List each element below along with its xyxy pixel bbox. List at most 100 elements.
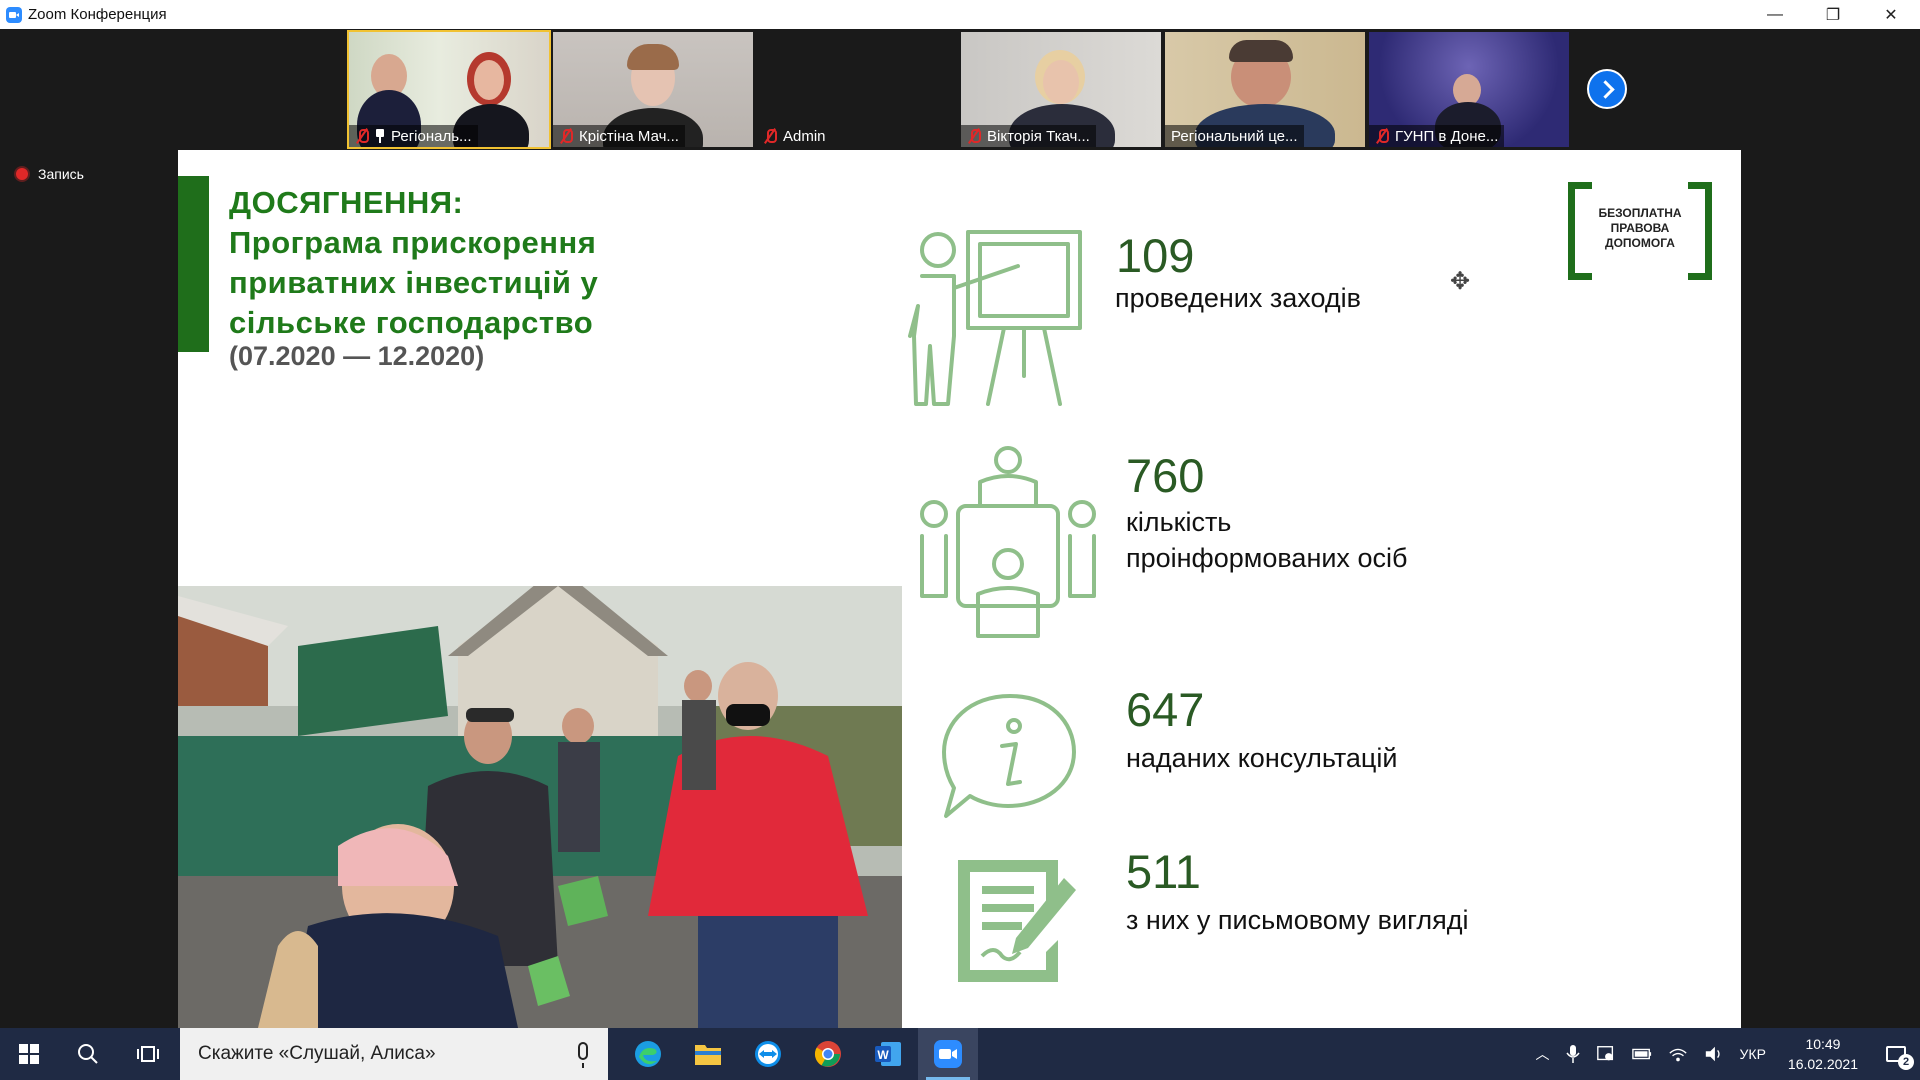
svg-text:W: W	[877, 1048, 889, 1062]
search-button[interactable]	[58, 1028, 118, 1080]
battery-icon[interactable]	[1624, 1043, 1660, 1065]
slide-photo	[178, 586, 902, 1028]
file-explorer-app[interactable]	[678, 1028, 738, 1080]
participant-face	[1043, 60, 1079, 104]
tray-microphone-icon[interactable]	[1558, 1043, 1588, 1065]
restore-icon: ❐	[1825, 6, 1841, 24]
stat-label: кількість проінформованих осіб	[1126, 504, 1407, 576]
participant-label: Регіональний це...	[1165, 125, 1304, 147]
stat-label-line: проінформованих осіб	[1126, 543, 1408, 573]
mic-muted-icon	[355, 128, 369, 144]
move-cursor-icon: ✥	[1450, 268, 1471, 295]
stat-number: 760	[1126, 449, 1205, 502]
wifi-icon[interactable]	[1660, 1043, 1696, 1065]
participant-video[interactable]: Регіональ...	[347, 30, 551, 149]
zoom-app-icon	[6, 6, 22, 23]
word-icon: W	[875, 1042, 901, 1066]
logo-text-line: ПРАВОВА	[1610, 221, 1670, 235]
slide-accent-bar	[178, 176, 209, 352]
slide-title-line: Програма прискорення	[229, 225, 597, 260]
participant-video[interactable]: ГУНП в Доне...	[1369, 32, 1569, 147]
stat-label-line: наданих консультацій	[1126, 743, 1398, 773]
participant-name: Admin	[783, 127, 826, 145]
notification-count: 2	[1898, 1054, 1914, 1070]
window-titlebar: Zoom Конференция — ❐ ✕	[0, 0, 1920, 29]
restore-button[interactable]: ❐	[1804, 0, 1862, 29]
close-icon: ✕	[1884, 6, 1898, 24]
chrome-app[interactable]	[798, 1028, 858, 1080]
recording-label: Запись	[38, 166, 84, 182]
mic-muted-icon	[1375, 128, 1389, 144]
mic-muted-icon	[763, 128, 777, 144]
chrome-icon	[814, 1041, 841, 1067]
language-indicator[interactable]: УКР	[1732, 1046, 1774, 1062]
participant-hair	[627, 44, 679, 70]
participant-label: Admin	[757, 125, 832, 147]
clock-date: 16.02.2021	[1787, 1056, 1858, 1072]
windows-taskbar: Скажите «Слушай, Алиса» W ︿ УКР 10:49 16…	[0, 1028, 1920, 1080]
shared-slide: ДОСЯГНЕННЯ: Програма прискорення приватн…	[178, 150, 1741, 1028]
minimize-icon: —	[1767, 5, 1783, 23]
zoom-icon	[934, 1040, 962, 1068]
teamviewer-icon	[755, 1041, 781, 1067]
participant-video[interactable]: Admin	[757, 32, 957, 147]
participant-label: Вікторія Ткач...	[961, 125, 1096, 147]
teamviewer-app[interactable]	[738, 1028, 798, 1080]
logo-bracket-right	[1688, 182, 1712, 280]
clock[interactable]: 10:49 16.02.2021	[1774, 1034, 1872, 1074]
slide-title-line: сільське господарство	[229, 305, 594, 340]
participant-name: Регіональ...	[391, 127, 472, 145]
edge-icon	[635, 1041, 661, 1067]
slide-title-line: ДОСЯГНЕННЯ:	[229, 185, 464, 220]
start-button[interactable]	[0, 1028, 58, 1080]
participant-name: Регіональний це...	[1171, 127, 1298, 145]
edge-app[interactable]	[618, 1028, 678, 1080]
meeting-area: Регіональ... Крістіна Мач... Admin Вікто…	[0, 29, 1920, 1028]
pin-icon	[375, 129, 385, 143]
participant-video[interactable]: Регіональний це...	[1165, 32, 1365, 147]
task-view-icon	[137, 1046, 159, 1062]
stat-number: 647	[1126, 683, 1205, 736]
logo-bracket-left	[1568, 182, 1592, 280]
participant-video[interactable]: Крістіна Мач...	[553, 32, 753, 147]
slide-title-line: приватних інвестицій у	[229, 265, 599, 300]
next-participants-button[interactable]	[1587, 69, 1627, 109]
meeting-table-icon	[920, 446, 1096, 638]
taskbar-search-input[interactable]: Скажите «Слушай, Алиса»	[180, 1028, 608, 1080]
participant-label: Регіональ...	[349, 125, 478, 147]
participant-hair	[1229, 40, 1293, 62]
legal-aid-logo: БЕЗОПЛАТНА ПРАВОВА ДОПОМОГА	[1568, 182, 1712, 280]
logo-text-line: ДОПОМОГА	[1605, 236, 1675, 250]
microphone-icon[interactable]	[578, 1042, 588, 1068]
stat-number: 511	[1126, 845, 1201, 898]
window-title: Zoom Конференция	[28, 6, 167, 23]
stat-label-line: з них у письмовому вигляді	[1126, 905, 1469, 935]
participant-name: Вікторія Ткач...	[987, 127, 1090, 145]
show-hidden-icons-icon[interactable]: ︿	[1528, 1044, 1558, 1064]
minimize-button[interactable]: —	[1746, 0, 1804, 29]
participant-video[interactable]: Вікторія Ткач...	[961, 32, 1161, 147]
participant-face	[474, 60, 504, 100]
stat-label-line: проведених заходів	[1115, 283, 1361, 313]
window-controls: — ❐ ✕	[1746, 0, 1920, 29]
participant-label: ГУНП в Доне...	[1369, 125, 1505, 147]
participant-name: ГУНП в Доне...	[1395, 127, 1499, 145]
logo-text: БЕЗОПЛАТНА ПРАВОВА ДОПОМОГА	[1590, 206, 1690, 251]
village-photo-illustration	[178, 586, 902, 1028]
volume-icon[interactable]	[1696, 1043, 1732, 1065]
presentation-icon	[908, 230, 1082, 406]
security-icon[interactable]	[1588, 1043, 1624, 1065]
recording-dot-icon	[16, 168, 28, 180]
recording-indicator[interactable]: Запись	[16, 166, 84, 182]
clock-time: 10:49	[1805, 1036, 1841, 1052]
zoom-taskbar-app[interactable]	[918, 1028, 978, 1080]
stat-label: проведених заходів	[1115, 280, 1361, 316]
stat-label: з них у письмовому вигляді	[1126, 902, 1468, 938]
task-view-button[interactable]	[118, 1028, 178, 1080]
slide-dates: (07.2020 — 12.2020)	[229, 341, 485, 371]
document-pen-icon	[958, 860, 1076, 982]
word-app[interactable]: W	[858, 1028, 918, 1080]
stat-label: наданих консультацій	[1126, 740, 1397, 776]
close-button[interactable]: ✕	[1862, 0, 1920, 29]
action-center-button[interactable]: 2	[1872, 1028, 1920, 1080]
